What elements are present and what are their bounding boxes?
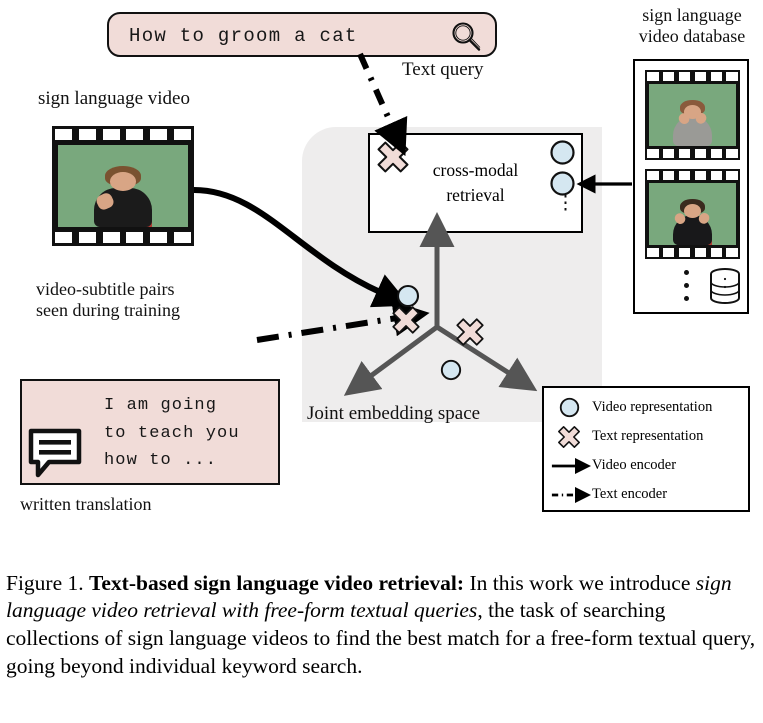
written-translation-text: I am going to teach you how to ...: [104, 392, 240, 475]
video-thumbnail: [648, 183, 737, 245]
legend-label: Video encoder: [592, 457, 677, 473]
video-subtitle-pairs-label: video-subtitle pairs seen during trainin…: [36, 279, 180, 321]
legend-label: Text encoder: [592, 486, 668, 502]
translation-line-2: to teach you: [104, 423, 240, 443]
legend-label: Video representation: [592, 399, 713, 415]
retrieval-results-ellipsis: ⋮: [556, 193, 575, 214]
circle-glyph: [552, 396, 586, 420]
signer-figure: [58, 145, 189, 227]
sign-language-video-label: sign language video: [38, 88, 190, 109]
legend-item-video-representation: Video representation: [552, 394, 744, 421]
solid-arrow-glyph: [551, 454, 592, 478]
legend-item-video-encoder: Video encoder: [551, 452, 744, 479]
legend-label: Text representation: [592, 428, 704, 444]
pairs-line-2: seen during training: [36, 300, 180, 321]
joint-embedding-space-label: Joint embedding space: [307, 403, 481, 424]
legend-item-text-encoder: Text encoder: [551, 481, 744, 508]
video-representation-circle-icon: [550, 140, 575, 165]
database-ellipsis: [684, 270, 690, 304]
signer-figure: [649, 183, 736, 245]
legend-item-text-representation: Text representation: [552, 423, 744, 450]
film-perforations-bottom: [645, 147, 740, 160]
caption-bold-title: Text-based sign language video retrieval…: [89, 570, 465, 595]
dashdot-arrow-glyph: [551, 483, 592, 507]
video-thumbnail: [648, 84, 737, 146]
text-query-value: How to groom a cat: [129, 25, 358, 47]
video-encoder-arrow: [193, 187, 411, 308]
text-query-box[interactable]: How to groom a cat: [107, 12, 497, 57]
video-database-label: sign language video database: [627, 5, 757, 47]
pairs-line-1: video-subtitle pairs: [36, 279, 175, 299]
db-label-line-2: video database: [638, 26, 746, 47]
database-to-retrieval-arrow: [576, 174, 632, 194]
translation-line-3: how to ...: [104, 451, 218, 471]
video-thumbnail: [57, 145, 189, 227]
film-perforations-bottom: [52, 229, 194, 246]
figure-diagram: How to groom a cat Text query sign langu…: [0, 0, 763, 540]
figure-caption: Figure 1. Text-based sign language video…: [6, 570, 758, 682]
speech-bubble-icon: [28, 428, 82, 478]
written-translation-label: written translation: [20, 494, 152, 514]
database-video-frame: [645, 70, 740, 160]
film-perforations-top: [645, 70, 740, 83]
text-representation-point: [392, 306, 420, 334]
translation-line-1: I am going: [104, 396, 218, 415]
magnifier-icon[interactable]: [449, 20, 483, 54]
query-to-retrieval-arrow: [357, 52, 408, 157]
video-representation-point: [440, 359, 462, 381]
legend-box: Video representation Text representation…: [542, 386, 750, 512]
film-perforations-top: [52, 126, 194, 143]
db-label-line-1: sign language: [642, 5, 742, 25]
film-perforations-top: [645, 169, 740, 182]
film-perforations-bottom: [645, 246, 740, 259]
signer-figure: [649, 84, 736, 146]
sign-language-video-frame: [52, 126, 194, 246]
caption-text-1: In this work we introduce: [464, 570, 696, 595]
text-representation-cross-icon: [377, 141, 409, 173]
database-video-frame: [645, 169, 740, 259]
text-representation-point: [456, 318, 484, 346]
caption-prefix: Figure 1.: [6, 570, 90, 595]
cross-glyph: [552, 425, 586, 449]
database-cylinder-icon: [710, 268, 740, 304]
